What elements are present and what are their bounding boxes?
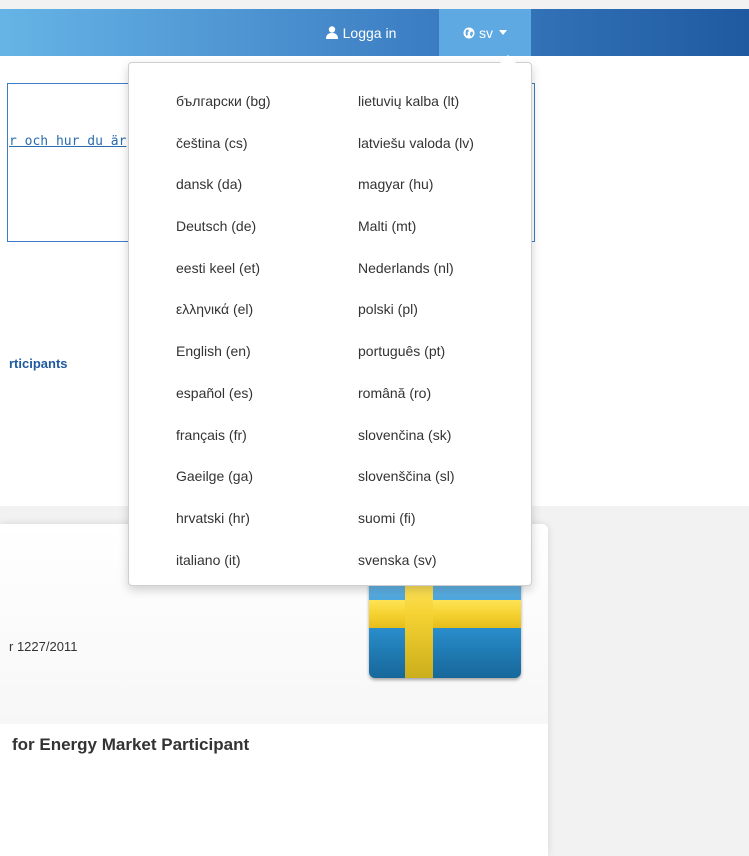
language-item-et[interactable]: eesti keel (et) <box>176 255 271 297</box>
login-button[interactable]: Logga in <box>308 9 414 56</box>
top-navbar: Logga in sv <box>0 9 749 56</box>
language-list-left: български (bg) čeština (cs) dansk (da) D… <box>176 88 271 588</box>
language-item-pt[interactable]: português (pt) <box>358 338 474 380</box>
language-item-nl[interactable]: Nederlands (nl) <box>358 255 474 297</box>
language-item-lt[interactable]: lietuvių kalba (lt) <box>358 88 474 130</box>
language-item-en[interactable]: English (en) <box>176 338 271 380</box>
language-item-es[interactable]: español (es) <box>176 380 271 422</box>
language-item-it[interactable]: italiano (it) <box>176 547 271 589</box>
globe-icon <box>463 27 475 38</box>
dropdown-arrow <box>500 55 516 63</box>
card-heading: for Energy Market Participant <box>12 735 250 754</box>
language-item-fr[interactable]: français (fr) <box>176 422 271 464</box>
language-item-sk[interactable]: slovenčina (sk) <box>358 422 474 464</box>
caret-down-icon <box>499 30 507 35</box>
language-item-sl[interactable]: slovenščina (sl) <box>358 463 474 505</box>
language-item-ga[interactable]: Gaeilge (ga) <box>176 463 271 505</box>
language-item-hr[interactable]: hrvatski (hr) <box>176 505 271 547</box>
language-item-bg[interactable]: български (bg) <box>176 88 271 130</box>
language-item-fi[interactable]: suomi (fi) <box>358 505 474 547</box>
login-label: Logga in <box>342 24 397 41</box>
language-item-cs[interactable]: čeština (cs) <box>176 130 271 172</box>
language-item-lv[interactable]: latviešu valoda (lv) <box>358 130 474 172</box>
language-toggle[interactable]: sv <box>439 9 531 56</box>
language-item-pl[interactable]: polski (pl) <box>358 296 474 338</box>
language-item-el[interactable]: ελληνικά (el) <box>176 296 271 338</box>
user-icon <box>325 26 338 39</box>
language-label: sv <box>479 24 493 41</box>
language-item-ro[interactable]: română (ro) <box>358 380 474 422</box>
language-item-da[interactable]: dansk (da) <box>176 171 271 213</box>
language-item-mt[interactable]: Malti (mt) <box>358 213 474 255</box>
notice-link[interactable]: r och hur du är <box>9 134 126 149</box>
participants-link[interactable]: rticipants <box>9 356 68 371</box>
language-item-de[interactable]: Deutsch (de) <box>176 213 271 255</box>
language-item-hu[interactable]: magyar (hu) <box>358 171 474 213</box>
language-list-right: lietuvių kalba (lt) latviešu valoda (lv)… <box>358 88 474 588</box>
regulation-text: r 1227/2011 <box>9 639 78 654</box>
language-item-sv[interactable]: svenska (sv) <box>358 547 474 589</box>
